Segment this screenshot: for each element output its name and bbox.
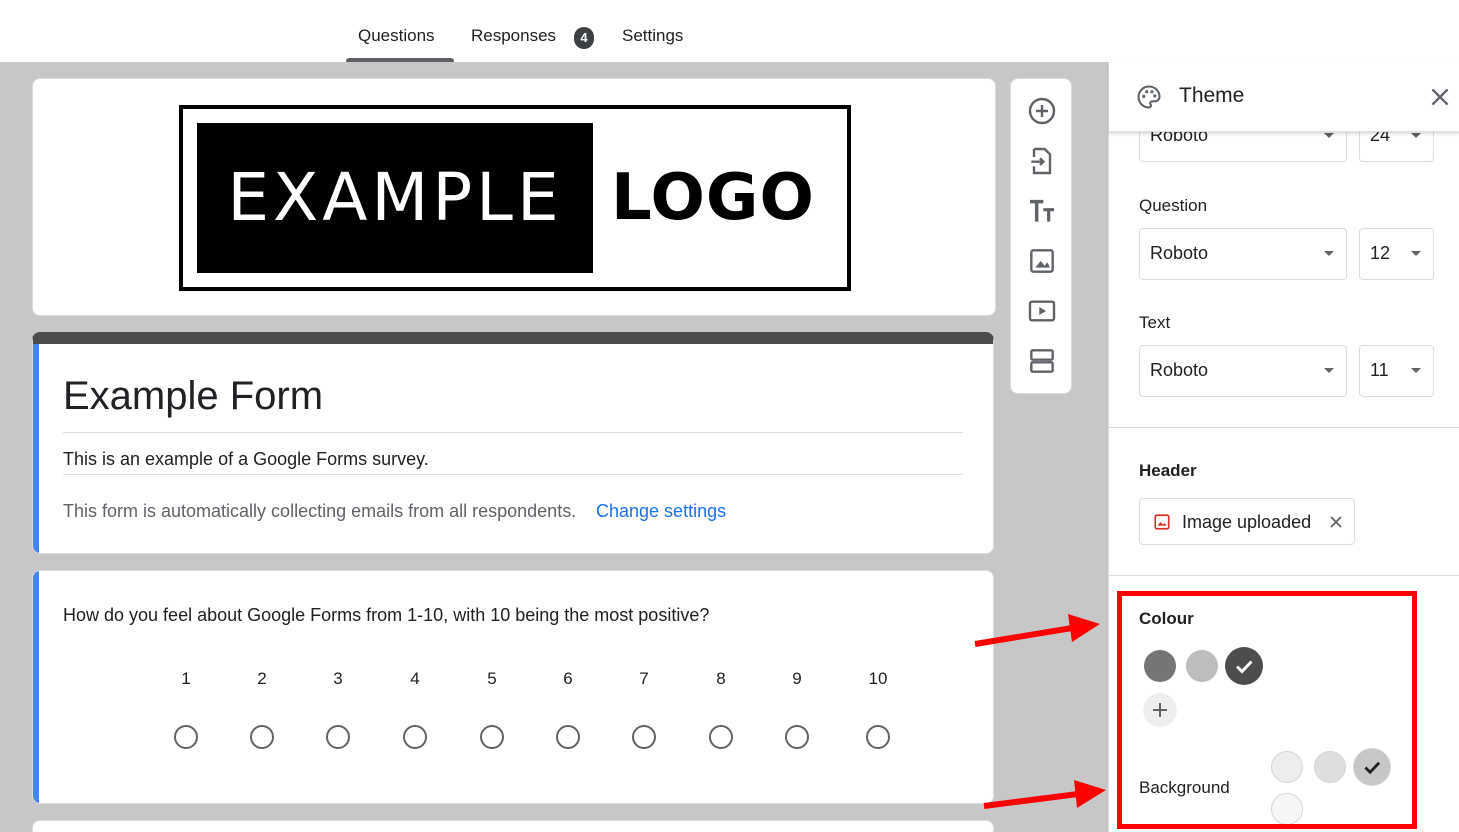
logo-text-right: LOGO bbox=[611, 161, 815, 235]
chevron-down-icon bbox=[1324, 133, 1334, 138]
radio-option-4[interactable] bbox=[403, 725, 427, 749]
form-title-card[interactable]: Example Form This is an example of a Goo… bbox=[32, 332, 994, 554]
add-image-icon[interactable] bbox=[1026, 245, 1058, 277]
form-canvas: EXAMPLE LOGO Example Form This is an exa… bbox=[0, 62, 1108, 832]
logo-black-block: EXAMPLE bbox=[197, 123, 593, 273]
scale-label-2: 2 bbox=[257, 669, 267, 688]
floating-toolbar bbox=[1010, 78, 1072, 394]
add-colour-button[interactable] bbox=[1143, 693, 1177, 727]
form-description[interactable]: This is an example of a Google Forms sur… bbox=[63, 449, 429, 470]
plus-icon bbox=[1153, 703, 1167, 717]
scale-label-5: 5 bbox=[487, 669, 497, 688]
colour-swatch[interactable] bbox=[1144, 650, 1176, 682]
question-size-value: 12 bbox=[1370, 243, 1391, 263]
chevron-down-icon bbox=[1411, 133, 1421, 138]
tab-responses[interactable]: Responses bbox=[471, 26, 556, 46]
example-logo: EXAMPLE LOGO bbox=[179, 105, 851, 291]
question-font-select[interactable]: Roboto bbox=[1139, 228, 1347, 280]
background-swatch[interactable] bbox=[1271, 751, 1303, 783]
question-text[interactable]: How do you feel about Google Forms from … bbox=[63, 605, 709, 626]
radio-option-10[interactable] bbox=[866, 725, 890, 749]
text-size-select[interactable]: 11 bbox=[1359, 345, 1434, 397]
radio-option-2[interactable] bbox=[250, 725, 274, 749]
text-style-label: Text bbox=[1139, 313, 1171, 332]
radio-option-8[interactable] bbox=[709, 725, 733, 749]
import-questions-icon[interactable] bbox=[1026, 145, 1058, 177]
add-question-icon[interactable] bbox=[1026, 95, 1058, 127]
form-title[interactable]: Example Form bbox=[63, 374, 323, 419]
background-swatch[interactable] bbox=[1271, 793, 1303, 825]
check-icon bbox=[1364, 761, 1381, 775]
background-swatch[interactable] bbox=[1353, 748, 1391, 786]
question-size-select[interactable]: 12 bbox=[1359, 228, 1434, 280]
palette-icon bbox=[1137, 85, 1161, 109]
colour-swatch[interactable] bbox=[1225, 647, 1263, 685]
question-card[interactable]: How do you feel about Google Forms from … bbox=[32, 570, 994, 804]
add-video-icon[interactable] bbox=[1026, 295, 1058, 327]
tab-questions[interactable]: Questions bbox=[358, 26, 435, 46]
theme-panel-title: Theme bbox=[1179, 84, 1245, 107]
question-style-label: Question bbox=[1139, 196, 1208, 215]
tab-settings[interactable]: Settings bbox=[622, 26, 683, 46]
check-icon bbox=[1235, 660, 1253, 674]
title-underline bbox=[63, 432, 963, 433]
radio-option-3[interactable] bbox=[326, 725, 350, 749]
scale-label-6: 6 bbox=[563, 669, 573, 688]
scale-label-8: 8 bbox=[716, 669, 726, 688]
scale-label-3: 3 bbox=[333, 669, 343, 688]
scale-label-9: 9 bbox=[792, 669, 802, 688]
text-font-value: Roboto bbox=[1150, 360, 1209, 380]
remove-image-icon[interactable] bbox=[1326, 512, 1346, 532]
radio-option-7[interactable] bbox=[632, 725, 656, 749]
section-divider bbox=[1109, 427, 1459, 428]
theme-panel-header: Theme bbox=[1109, 62, 1459, 132]
header-image-card[interactable]: EXAMPLE LOGO bbox=[32, 78, 996, 316]
colour-swatch[interactable] bbox=[1186, 650, 1218, 682]
next-question-card[interactable] bbox=[32, 820, 994, 832]
background-swatch[interactable] bbox=[1314, 751, 1346, 783]
description-underline bbox=[63, 474, 963, 475]
scale-label-7: 7 bbox=[639, 669, 649, 688]
logo-text-left: EXAMPLE bbox=[227, 159, 563, 236]
image-icon bbox=[1154, 514, 1170, 530]
radio-option-5[interactable] bbox=[480, 725, 504, 749]
theme-panel: Theme Roboto 24 Question Roboto 12 Text … bbox=[1108, 62, 1459, 832]
radio-option-9[interactable] bbox=[785, 725, 809, 749]
question-font-value: Roboto bbox=[1150, 243, 1209, 263]
header-section-label: Header bbox=[1139, 461, 1197, 480]
section-divider bbox=[1109, 575, 1459, 576]
close-icon[interactable] bbox=[1427, 84, 1453, 110]
chevron-down-icon bbox=[1411, 251, 1421, 256]
scale-label-10: 10 bbox=[868, 669, 888, 688]
email-collection-note: This form is automatically collecting em… bbox=[63, 501, 577, 521]
question-card-accent bbox=[33, 571, 39, 803]
change-settings-link[interactable]: Change settings bbox=[596, 501, 726, 522]
header-chip-label: Image uploaded bbox=[1182, 512, 1312, 532]
scale-label-4: 4 bbox=[410, 669, 420, 688]
chevron-down-icon bbox=[1411, 368, 1421, 373]
header-image-chip[interactable]: Image uploaded bbox=[1139, 498, 1355, 545]
colour-label: Colour bbox=[1139, 609, 1194, 628]
radio-option-1[interactable] bbox=[174, 725, 198, 749]
radio-option-6[interactable] bbox=[556, 725, 580, 749]
chevron-down-icon bbox=[1324, 251, 1334, 256]
active-card-accent bbox=[33, 344, 39, 553]
chevron-down-icon bbox=[1324, 368, 1334, 373]
add-section-icon[interactable] bbox=[1026, 345, 1058, 377]
add-title-icon[interactable] bbox=[1026, 195, 1058, 227]
text-size-value: 11 bbox=[1370, 360, 1389, 380]
text-font-select[interactable]: Roboto bbox=[1139, 345, 1347, 397]
background-label: Background bbox=[1139, 778, 1230, 797]
top-tab-bar: Questions Responses 4 Settings bbox=[0, 0, 1459, 62]
responses-count-badge: 4 bbox=[574, 27, 594, 49]
scale-label-1: 1 bbox=[181, 669, 191, 688]
